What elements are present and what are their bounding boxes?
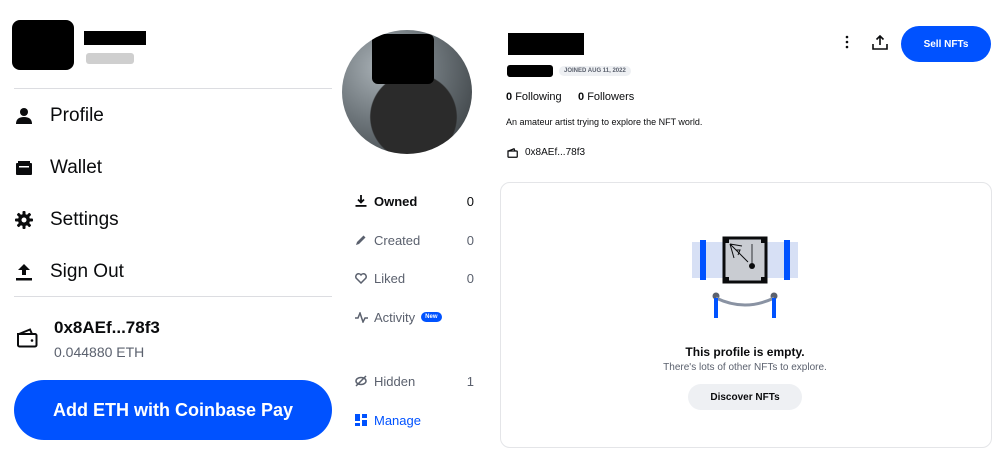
user-avatar[interactable] [12,20,74,70]
profile-name-redacted [508,33,584,55]
profile-address: 0x8AEf...78f3 [525,147,586,158]
grid-icon [354,414,368,426]
handle-redacted [507,64,553,77]
tab-label: Liked [374,270,406,286]
profile-bio: An amateur artist trying to explore the … [506,117,703,127]
user-handle-redacted [86,53,134,64]
tab-owned[interactable]: Owned 0 [354,190,478,212]
menu-item-label: Profile [50,105,104,126]
activity-icon [354,311,368,323]
tab-label: Activity [374,309,416,325]
followers-label: Followers [587,91,635,103]
wallet-icon [507,147,518,158]
add-eth-coinbase-pay-button[interactable]: Add ETH with Coinbase Pay [14,380,332,440]
joined-badge: JOINED AUG 11, 2022 [559,65,631,76]
tab-label: Created [374,232,421,248]
more-vertical-icon[interactable] [842,35,852,54]
tab-label: Owned [374,193,418,209]
tab-count: 0 [466,193,474,209]
tab-label: Manage [374,412,421,428]
person-icon [14,106,34,126]
menu-item-wallet[interactable]: Wallet [14,153,102,183]
tab-label: Hidden [374,373,416,389]
menu-item-settings[interactable]: Settings [14,205,119,235]
tab-liked[interactable]: Liked 0 [354,267,478,289]
following-label: Following [515,91,562,103]
sell-nfts-button[interactable]: Sell NFTs [901,26,991,62]
sidebar-divider-top [14,88,332,89]
discover-nfts-button[interactable]: Discover NFTs [688,384,802,410]
menu-item-profile[interactable]: Profile [14,101,104,131]
profile-avatar[interactable] [342,30,472,154]
wallet-card-icon [16,328,38,353]
gear-icon [14,210,34,230]
tab-count: 1 [466,373,474,389]
empty-state-subtitle: There's lots of other NFTs to explore. [663,362,827,373]
tab-count: 0 [466,232,474,248]
download-icon [354,195,368,207]
followers-count: 0 [578,91,585,103]
profile-handle-chip: JOINED AUG 11, 2022 [507,64,631,77]
heart-icon [354,272,368,284]
share-upload-icon[interactable] [872,34,888,55]
new-badge: New [421,312,442,322]
user-name-redacted [84,31,146,45]
tab-manage[interactable]: Manage [354,409,478,431]
pencil-icon [354,234,368,246]
following-count: 0 [506,91,513,103]
tab-count: 0 [466,270,474,286]
tab-activity[interactable]: Activity New [354,306,478,328]
wallet-address: 0x8AEf...78f3 [54,318,160,337]
following-stat[interactable]: 0 Following [506,91,562,103]
empty-state-title: This profile is empty. [685,345,805,359]
wallet-icon [14,158,34,178]
sign-out-icon [14,262,34,282]
empty-gallery-illustration-icon [690,236,800,325]
followers-stat[interactable]: 0 Followers [578,91,634,103]
menu-item-sign-out[interactable]: Sign Out [14,257,124,287]
menu-item-label: Wallet [50,157,103,178]
tab-created[interactable]: Created 0 [354,229,478,251]
menu-item-label: Settings [50,209,119,230]
avatar-redaction [372,34,434,84]
hidden-icon [354,375,368,387]
menu-item-label: Sign Out [50,261,124,282]
sidebar-divider-bottom [14,296,332,297]
profile-address-row[interactable]: 0x8AEf...78f3 [507,147,585,158]
wallet-balance: 0.044880 ETH [54,344,145,360]
tab-hidden[interactable]: Hidden 1 [354,370,478,392]
